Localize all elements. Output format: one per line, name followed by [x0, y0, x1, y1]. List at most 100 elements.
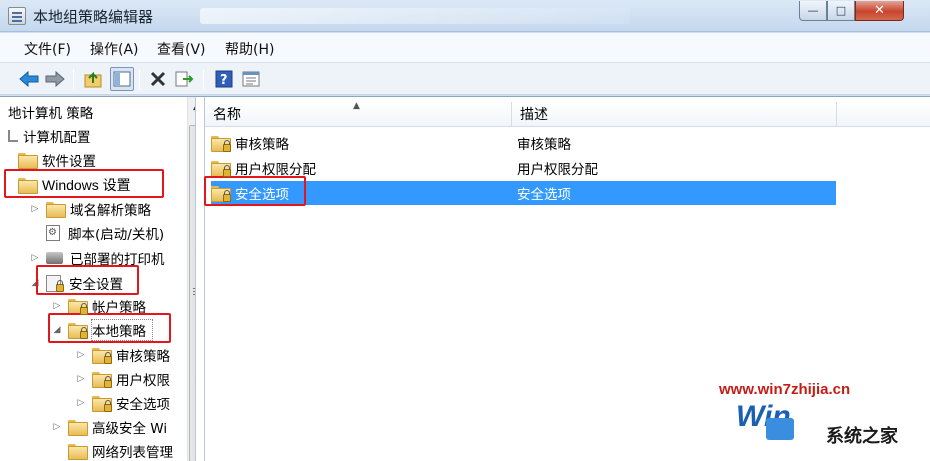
- tree-item-label: Windows 设置: [42, 177, 131, 193]
- folder-icon: [68, 444, 88, 460]
- toolbar-separator: [73, 69, 74, 89]
- toolbar-separator: [139, 69, 140, 89]
- list-item[interactable]: 审核策略 审核策略: [211, 131, 836, 155]
- menu-action[interactable]: 操作(A): [90, 39, 139, 59]
- security-settings-icon: [46, 274, 64, 292]
- collapse-arrow-icon[interactable]: ◢: [30, 278, 40, 288]
- tree-item-advanced-security[interactable]: ▷ 高级安全 Wi: [52, 416, 167, 438]
- column-header-description[interactable]: 描述: [512, 102, 837, 127]
- scroll-up-arrow-icon[interactable]: ▲: [189, 100, 195, 115]
- list-item[interactable]: 用户权限分配 用户权限分配: [211, 156, 836, 180]
- locked-folder-icon: [68, 299, 88, 315]
- tree-item-label: 高级安全 Wi: [92, 421, 168, 437]
- locked-folder-icon: [92, 348, 112, 364]
- locked-folder-icon: [92, 396, 112, 412]
- tree-item-security-settings[interactable]: ◢ 安全设置: [30, 272, 123, 294]
- export-list-icon[interactable]: [172, 67, 196, 91]
- tree-item-audit[interactable]: ▷ 审核策略: [76, 344, 170, 366]
- list-item-description: 用户权限分配: [517, 162, 598, 178]
- tree-item-printers[interactable]: ▷ 已部署的打印机: [30, 247, 165, 269]
- tree-item-label: 用户权限: [116, 373, 170, 389]
- minimize-button[interactable]: —: [799, 1, 827, 21]
- title-bar-blur: [200, 8, 630, 24]
- tree-item-label: 安全选项: [116, 397, 170, 413]
- list-item-description: 审核策略: [517, 137, 571, 153]
- collapse-arrow-icon[interactable]: ◢: [52, 325, 62, 335]
- house-icon: [766, 418, 794, 440]
- tree-scrollbar[interactable]: ▲: [187, 97, 195, 461]
- tree-item-software[interactable]: 软件设置: [18, 149, 96, 171]
- locked-folder-icon: [68, 323, 88, 339]
- maximize-button[interactable]: □: [827, 1, 855, 21]
- tree-item-label: 网络列表管理: [92, 445, 173, 461]
- expand-arrow-icon[interactable]: ▷: [30, 253, 40, 263]
- policy-editor-icon: [8, 7, 26, 25]
- delete-icon[interactable]: [146, 67, 170, 91]
- title-bar: 本地组策略编辑器 — □ ✕: [0, 0, 930, 32]
- expand-arrow-icon[interactable]: ▷: [52, 422, 62, 432]
- tree-item-local-policies[interactable]: ◢ 本地策略: [52, 319, 153, 341]
- expand-arrow-icon[interactable]: ▷: [76, 374, 86, 384]
- script-icon: [46, 225, 60, 241]
- column-header-name[interactable]: 名称 ▲: [205, 101, 512, 127]
- help-icon[interactable]: ?: [212, 67, 236, 91]
- back-arrow-icon[interactable]: [17, 67, 41, 91]
- tree-item-computer-config[interactable]: 计算机配置: [8, 125, 91, 147]
- printer-icon: [46, 252, 63, 264]
- tree-item-label: 审核策略: [116, 349, 170, 365]
- tree-item-scripts[interactable]: 脚本(启动/关机): [46, 222, 164, 244]
- tree-item-user-rights[interactable]: ▷ 用户权限: [76, 368, 170, 390]
- folder-icon: [46, 202, 66, 218]
- column-header-filler: [837, 102, 930, 127]
- tree-item-label: 域名解析策略: [70, 203, 151, 219]
- tree-item-label: 软件设置: [42, 154, 96, 170]
- menu-view[interactable]: 查看(V): [157, 39, 206, 59]
- toolbar: ?: [0, 63, 930, 95]
- list-item-description: 安全选项: [517, 187, 571, 203]
- folder-icon: [68, 420, 88, 436]
- expand-arrow-icon[interactable]: ▷: [30, 204, 40, 214]
- locked-folder-icon: [211, 186, 231, 202]
- tree-item-label: 脚本(启动/关机): [68, 227, 165, 243]
- expand-arrow-icon[interactable]: ▷: [76, 350, 86, 360]
- watermark-url: www.win7zhijia.cn: [719, 381, 851, 398]
- forward-arrow-icon[interactable]: [43, 67, 67, 91]
- expand-arrow-icon[interactable]: ▷: [76, 398, 86, 408]
- list-item-selected[interactable]: 安全选项 安全选项: [211, 181, 836, 205]
- show-hide-tree-icon[interactable]: [110, 67, 134, 91]
- list-item-name: 用户权限分配: [235, 162, 316, 178]
- tree-item-label: 帐户策略: [92, 300, 146, 316]
- list-item-name: 安全选项: [235, 187, 289, 203]
- tree-item-account-policies[interactable]: ▷ 帐户策略: [52, 295, 146, 317]
- tree-item-root[interactable]: 地计算机 策略: [8, 101, 93, 123]
- tree-item-network-list[interactable]: 网络列表管理: [68, 440, 173, 461]
- folder-icon: [18, 153, 38, 169]
- toolbar-separator: [203, 69, 204, 89]
- scrollbar-thumb[interactable]: [189, 125, 195, 461]
- locked-folder-icon: [211, 136, 231, 152]
- tree-item-windows-settings[interactable]: Windows 设置: [18, 174, 131, 196]
- folder-icon: [18, 178, 38, 194]
- tree-item-label: 地计算机 策略: [8, 106, 94, 122]
- expand-arrow-icon[interactable]: ▷: [52, 301, 62, 311]
- tree-item-dns[interactable]: ▷ 域名解析策略: [30, 198, 151, 220]
- logo-site-name: 系统之家: [826, 426, 898, 447]
- up-folder-icon[interactable]: [82, 67, 106, 91]
- list-item-name: 审核策略: [235, 137, 289, 153]
- menu-help[interactable]: 帮助(H): [225, 39, 274, 59]
- sort-ascending-icon: ▲: [353, 101, 360, 111]
- tree-item-label: 安全设置: [69, 277, 123, 293]
- column-header-label: 描述: [520, 107, 548, 123]
- tree-pane[interactable]: 地计算机 策略 计算机配置 软件设置 Windows 设置 ▷ 域名解析策略 脚…: [8, 97, 196, 461]
- close-button[interactable]: ✕: [855, 1, 904, 21]
- computer-icon: [8, 130, 18, 142]
- tree-item-label: 已部署的打印机: [70, 252, 165, 268]
- lock-icon: [56, 279, 64, 292]
- tree-item-label: 本地策略: [91, 319, 153, 341]
- tree-item-security-options[interactable]: ▷ 安全选项: [76, 392, 170, 414]
- tree-item-label: 计算机配置: [23, 130, 91, 146]
- menu-bar: 文件(F) 操作(A) 查看(V) 帮助(H): [0, 33, 930, 63]
- menu-file[interactable]: 文件(F): [24, 39, 71, 59]
- watermark-logo: Win 系统之家: [736, 400, 926, 456]
- properties-icon[interactable]: [239, 67, 263, 91]
